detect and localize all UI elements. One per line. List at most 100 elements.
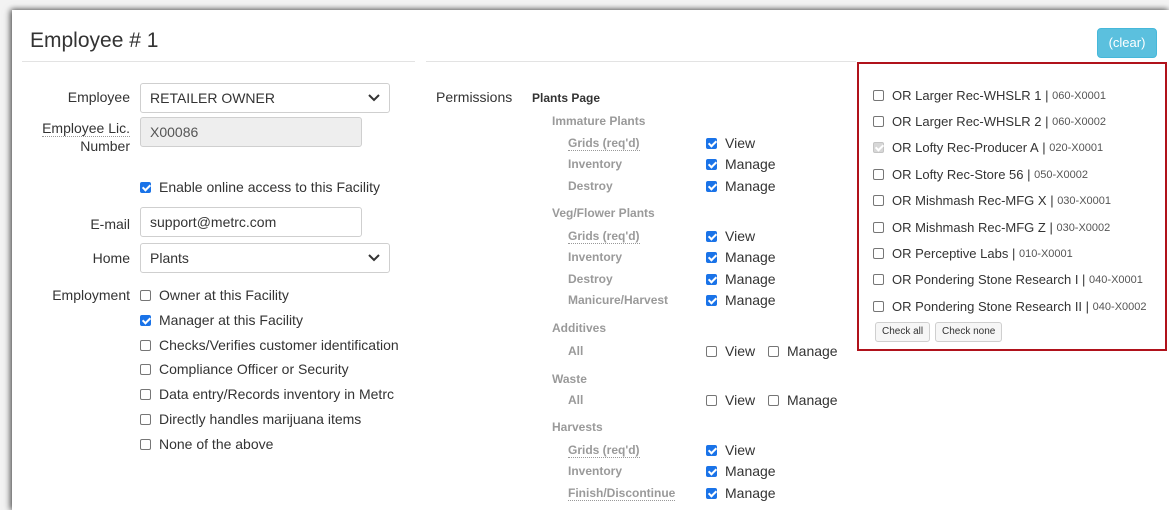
employee-lic-field: X00086 <box>140 117 362 147</box>
checkbox-checked-icon <box>706 444 717 456</box>
perm-item: Manicure/Harvest <box>568 293 669 307</box>
checkbox-checked-icon <box>706 273 717 285</box>
checkbox-icon <box>768 345 779 357</box>
facility-item[interactable]: OR Pondering Stone Research I | 040-X000… <box>873 272 1143 287</box>
perm-item: All <box>568 393 584 407</box>
perm-view-checkbox[interactable]: View <box>706 135 755 151</box>
checkbox-icon <box>706 394 717 406</box>
employment-option[interactable]: Directly handles marijuana items <box>140 411 361 427</box>
perm-manage-checkbox[interactable]: Manage <box>706 463 776 479</box>
facility-item[interactable]: OR Lofty Rec-Store 56 | 050-X0002 <box>873 167 1088 182</box>
employee-select-value: RETAILER OWNER <box>150 90 275 106</box>
checkbox-icon <box>140 289 151 301</box>
checkbox-checked-icon <box>706 294 717 306</box>
perm-group-title: Waste <box>552 372 587 386</box>
facility-item[interactable]: OR Larger Rec-WHSLR 1 | 060-X0001 <box>873 88 1106 103</box>
checkbox-checked-icon <box>140 181 151 193</box>
perm-item: Grids (req'd) <box>568 443 640 458</box>
facility-item[interactable]: OR Pondering Stone Research II | 040-X00… <box>873 299 1147 314</box>
perm-item: Inventory <box>568 157 623 171</box>
perm-manage-checkbox[interactable]: Manage <box>768 343 838 359</box>
perm-manage-checkbox[interactable]: Manage <box>768 392 838 408</box>
employment-label: Employment <box>52 287 130 303</box>
checkbox-icon <box>873 195 884 206</box>
perm-group-title: Immature Plants <box>552 114 646 128</box>
employment-option[interactable]: Owner at this Facility <box>140 287 289 303</box>
checkbox-checked-icon <box>706 487 717 499</box>
online-access-checkbox[interactable]: Enable online access to this Facility <box>140 179 380 195</box>
perm-manage-checkbox[interactable]: Manage <box>706 178 776 194</box>
perm-manage-checkbox[interactable]: Manage <box>706 271 776 287</box>
check-none-button[interactable]: Check none <box>935 322 1003 342</box>
checkbox-icon <box>140 388 151 400</box>
perm-view-checkbox[interactable]: View <box>706 228 755 244</box>
checkbox-icon <box>140 438 151 450</box>
checkbox-checked-disabled-icon <box>873 142 884 153</box>
permissions-page-title: Plants Page <box>532 91 601 105</box>
checkbox-checked-icon <box>706 251 717 263</box>
facility-list: OR Larger Rec-WHSLR 1 | 060-X0001 OR Lar… <box>857 62 1167 351</box>
checkbox-icon <box>873 301 884 312</box>
email-field[interactable]: support@metrc.com <box>140 207 362 237</box>
perm-item: Grids (req'd) <box>568 136 640 151</box>
checkbox-icon <box>706 345 717 357</box>
perm-manage-checkbox[interactable]: Manage <box>706 485 776 501</box>
online-access-label: Enable online access to this Facility <box>159 179 380 195</box>
facility-item[interactable]: OR Mishmash Rec-MFG Z | 030-X0002 <box>873 220 1110 235</box>
checkbox-icon <box>873 169 884 180</box>
perm-item: Inventory <box>568 250 623 264</box>
perm-manage-checkbox[interactable]: Manage <box>706 292 776 308</box>
home-label: Home <box>92 250 130 266</box>
employee-lic-label-line2: Number <box>80 138 130 154</box>
checkbox-icon <box>140 413 151 425</box>
perm-manage-checkbox[interactable]: Manage <box>706 156 776 172</box>
employee-panel: Employee # 1 (clear) Employee RETAILER O… <box>12 10 1169 510</box>
perm-item: Grids (req'd) <box>568 229 640 244</box>
perm-manage-checkbox[interactable]: Manage <box>706 249 776 265</box>
facility-item[interactable]: OR Mishmash Rec-MFG X | 030-X0001 <box>873 193 1111 208</box>
checkbox-checked-icon <box>140 314 151 326</box>
email-label: E-mail <box>90 216 130 232</box>
chevron-down-icon <box>368 84 380 112</box>
perm-view-checkbox[interactable]: View <box>706 442 755 458</box>
employment-option[interactable]: Data entry/Records inventory in Metrc <box>140 386 394 402</box>
page-title: Employee # 1 <box>30 29 159 52</box>
home-select-value: Plants <box>150 250 189 266</box>
facility-item: OR Lofty Rec-Producer A | 020-X0001 <box>873 140 1103 155</box>
checkbox-icon <box>873 248 884 259</box>
checkbox-checked-icon <box>706 137 717 149</box>
employee-lic-label: Employee Lic. <box>42 120 130 137</box>
employee-select[interactable]: RETAILER OWNER <box>140 83 390 113</box>
chevron-down-icon <box>368 244 380 272</box>
checkbox-checked-icon <box>706 180 717 192</box>
perm-item: Destroy <box>568 272 613 286</box>
facility-item[interactable]: OR Perceptive Labs | 010-X0001 <box>873 246 1073 261</box>
check-all-button[interactable]: Check all <box>875 322 931 342</box>
perm-item: All <box>568 344 584 358</box>
facility-item[interactable]: OR Larger Rec-WHSLR 2 | 060-X0002 <box>873 114 1106 129</box>
perm-group-title: Harvests <box>552 420 603 434</box>
checkbox-icon <box>873 116 884 127</box>
perm-item: Destroy <box>568 179 613 193</box>
checkbox-icon <box>768 394 779 406</box>
clear-button[interactable]: (clear) <box>1097 28 1157 58</box>
perm-view-checkbox[interactable]: View <box>706 343 755 359</box>
perm-view-checkbox[interactable]: View <box>706 392 755 408</box>
employee-label: Employee <box>67 89 130 105</box>
permissions-label: Permissions <box>436 89 513 105</box>
employment-option[interactable]: Checks/Verifies customer identification <box>140 337 399 353</box>
checkbox-icon <box>140 339 151 351</box>
employment-option[interactable]: Manager at this Facility <box>140 312 303 328</box>
checkbox-icon <box>873 90 884 101</box>
checkbox-checked-icon <box>706 230 717 242</box>
employment-option[interactable]: Compliance Officer or Security <box>140 361 349 377</box>
checkbox-checked-icon <box>706 465 717 477</box>
home-select[interactable]: Plants <box>140 243 390 273</box>
checkbox-icon <box>873 274 884 285</box>
employment-option[interactable]: None of the above <box>140 436 273 452</box>
checkbox-icon <box>140 363 151 375</box>
checkbox-checked-icon <box>706 158 717 170</box>
perm-group-title: Veg/Flower Plants <box>552 206 655 220</box>
perm-group-title: Additives <box>552 321 607 335</box>
title-divider <box>22 61 415 62</box>
